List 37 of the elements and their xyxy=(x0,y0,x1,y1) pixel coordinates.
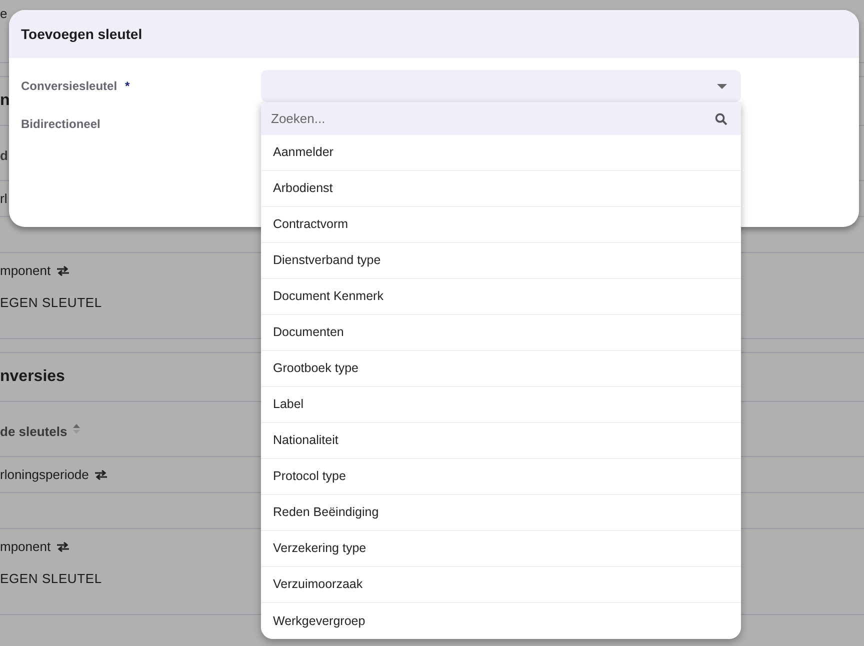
dropdown-option[interactable]: Documenten xyxy=(261,315,741,351)
dropdown-option[interactable]: Verzuimoorzaak xyxy=(261,567,741,603)
search-icon xyxy=(715,113,727,125)
dropdown-option[interactable]: Werkgevergroep xyxy=(261,603,741,639)
add-key-button[interactable]: EGEN SLEUTEL xyxy=(0,569,102,589)
dropdown-option[interactable]: Label xyxy=(261,387,741,423)
column-header: de sleutels xyxy=(0,423,68,442)
dropdown-option[interactable]: Reden Beëindiging xyxy=(261,495,741,531)
row-text: rloningsperiode xyxy=(0,466,89,484)
row-text: e xyxy=(0,5,8,23)
swap-icon[interactable] xyxy=(94,470,107,480)
field-label: Bidirectioneel xyxy=(21,116,100,133)
row-text: mponent xyxy=(0,538,51,556)
dropdown-option[interactable]: Nationaliteit xyxy=(261,423,741,459)
dropdown-option[interactable]: Verzekering type xyxy=(261,531,741,567)
section-title: n xyxy=(0,91,10,111)
dialog-title: Toevoegen sleutel xyxy=(21,24,142,44)
dropdown-option[interactable]: Dienstverband type xyxy=(261,243,741,279)
swap-icon[interactable] xyxy=(56,266,69,276)
column-header: d xyxy=(0,147,8,166)
sort-icon[interactable] xyxy=(73,424,80,434)
add-key-button[interactable]: EGEN SLEUTEL xyxy=(0,293,102,313)
dropdown-option[interactable]: Aanmelder xyxy=(261,135,741,171)
required-mark: * xyxy=(125,78,130,95)
row-text: rl xyxy=(0,190,8,208)
caret-icon xyxy=(717,84,727,88)
row-text: mponent xyxy=(0,262,51,280)
select-field[interactable] xyxy=(261,70,741,102)
dropdown-option[interactable]: Grootboek type xyxy=(261,351,741,387)
section-title: nversies xyxy=(0,367,65,387)
field-label: Conversiesleutel xyxy=(21,78,118,95)
dropdown-option[interactable]: Contractvorm xyxy=(261,207,741,243)
dropdown-option[interactable]: Protocol type xyxy=(261,459,741,495)
dropdown-option[interactable]: Document Kenmerk xyxy=(261,279,741,315)
search-field[interactable]: Zoeken... xyxy=(261,102,741,135)
swap-icon[interactable] xyxy=(56,542,69,552)
dropdown-option[interactable]: Arbodienst xyxy=(261,171,741,207)
